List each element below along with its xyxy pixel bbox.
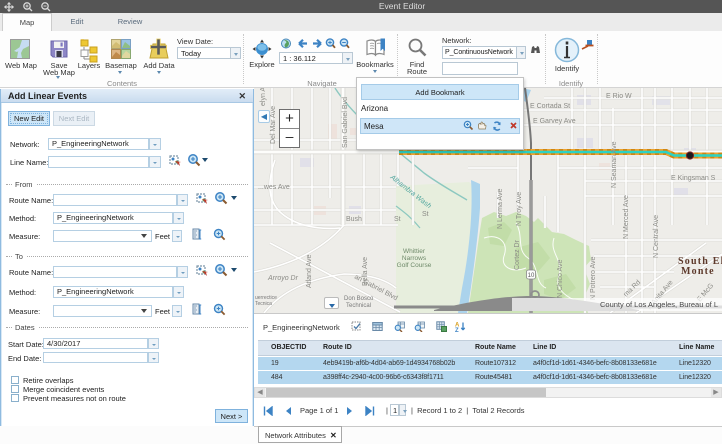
svg-text:E Cortada St: E Cortada St	[530, 103, 570, 110]
svg-text:County of Los Angeles, Bureau: County of Los Angeles, Bureau of L	[600, 300, 718, 309]
svg-text:N Central Ave: N Central Ave	[653, 215, 660, 258]
svg-text:Tecnica: Tecnica	[255, 301, 272, 307]
svg-text:N Merced Ave: N Merced Ave	[623, 195, 630, 239]
svg-text:N Potrero Ave: N Potrero Ave	[590, 256, 597, 300]
svg-text:Arroyo Dr: Arroyo Dr	[267, 275, 299, 282]
svg-text:E Kingsman S: E Kingsman S	[671, 175, 716, 182]
svg-text:Cortez Dr: Cortez Dr	[514, 239, 521, 270]
svg-text:N Troy Ave: N Troy Ave	[516, 192, 523, 226]
svg-text:10: 10	[528, 273, 535, 279]
svg-text:Monte: Monte	[681, 266, 715, 277]
svg-text:Z: Z	[455, 328, 459, 332]
svg-text:Del Mar Ave: Del Mar Ave	[270, 106, 277, 144]
svg-text:Golf Course: Golf Course	[397, 262, 432, 269]
svg-text:Atland Ave: Atland Ave	[306, 255, 313, 288]
svg-text:N Seaman Ave: N Seaman Ave	[611, 141, 618, 188]
svg-text:San Gabriel Bvd: San Gabriel Bvd	[342, 97, 349, 148]
svg-text:N Lerma Ave: N Lerma Ave	[497, 189, 504, 229]
svg-text:St: St	[394, 216, 401, 223]
svg-text:Don Bosco: Don Bosco	[344, 296, 374, 302]
svg-text:Narrows: Narrows	[402, 255, 427, 262]
svg-text:E Garvey Ave: E Garvey Ave	[533, 118, 576, 125]
svg-text:elyn A: elyn A	[260, 88, 267, 106]
svg-text:Technical: Technical	[346, 303, 371, 309]
svg-text:E Rio W: E Rio W	[606, 93, 632, 100]
svg-text:Bush: Bush	[346, 216, 362, 223]
svg-text:Whittier: Whittier	[403, 248, 426, 255]
svg-text:...wes Ave: ...wes Ave	[258, 184, 290, 191]
svg-text:N Chico Ave: N Chico Ave	[557, 260, 564, 298]
svg-text:St: St	[422, 211, 429, 218]
